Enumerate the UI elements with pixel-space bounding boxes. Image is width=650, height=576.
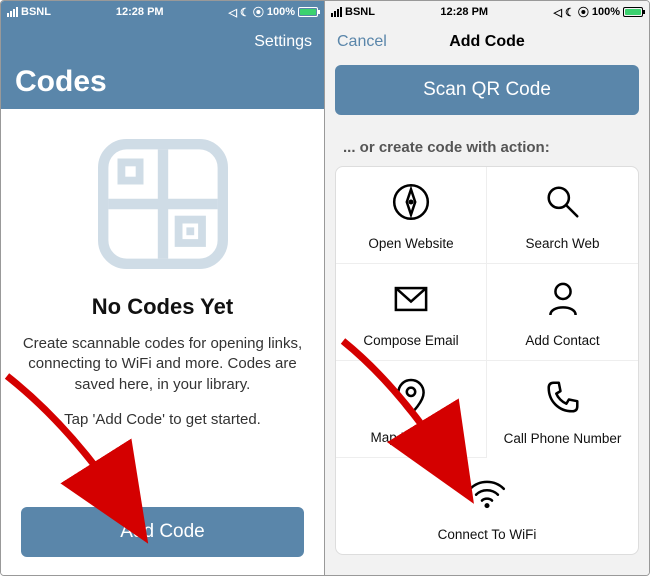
battery-pct: 100% [592,6,620,18]
empty-state: No Codes Yet Create scannable codes for … [1,109,324,575]
status-bar: BSNL 12:28 PM ◁ ☾ ⦿ 100% [325,1,649,23]
cancel-button[interactable]: Cancel [325,23,399,61]
action-label: Compose Email [363,333,458,348]
action-label: Search Web [525,236,599,251]
nav-bar: Settings [1,23,324,61]
location-icon: ◁ [229,6,237,19]
action-label: Call Phone Number [504,431,622,446]
page-title: Codes [1,61,324,109]
signal-icon [7,7,18,17]
screen-add-code: BSNL 12:28 PM ◁ ☾ ⦿ 100% Cancel Add Code… [325,1,649,575]
alarm-icon: ⦿ [578,4,589,20]
person-icon [542,278,584,325]
action-grid: Open Website Search Web Compose Email Ad… [335,166,639,555]
action-label: Connect To WiFi [438,527,537,542]
action-search-web[interactable]: Search Web [487,167,638,264]
search-icon [542,181,584,228]
action-label: Map Location [370,430,451,445]
alarm-icon: ⦿ [253,4,264,20]
wifi-icon [466,472,508,519]
battery-icon [298,7,318,17]
nav-bar: Cancel Add Code [325,23,649,61]
empty-hint: Tap 'Add Code' to get started. [64,411,261,428]
mail-icon [390,278,432,325]
compass-icon [390,181,432,228]
empty-title: No Codes Yet [92,294,233,320]
carrier-label: BSNL [345,6,375,18]
action-compose-email[interactable]: Compose Email [336,264,487,361]
clock-label: 12:28 PM [116,6,164,18]
action-label: Add Contact [525,333,599,348]
location-icon: ◁ [554,6,562,19]
map-pin-icon [390,375,432,422]
moon-icon: ☾ [565,6,575,19]
action-call-phone[interactable]: Call Phone Number [487,361,638,458]
carrier-label: BSNL [21,6,51,18]
action-connect-wifi[interactable]: Connect To WiFi [336,458,638,554]
signal-icon [331,7,342,17]
action-label: Open Website [368,236,453,251]
battery-icon [623,7,643,17]
settings-button[interactable]: Settings [242,23,324,61]
create-with-action-label: ... or create code with action: [325,115,649,166]
action-open-website[interactable]: Open Website [336,167,487,264]
add-code-button[interactable]: Add Code [21,507,304,557]
battery-pct: 100% [267,6,295,18]
screen-codes-list: BSNL 12:28 PM ◁ ☾ ⦿ 100% Settings Codes [1,1,325,575]
qr-placeholder-icon [98,139,228,274]
clock-label: 12:28 PM [440,6,488,18]
action-map-location[interactable]: Map Location [336,361,487,458]
empty-description: Create scannable codes for opening links… [21,334,304,395]
action-add-contact[interactable]: Add Contact [487,264,638,361]
moon-icon: ☾ [240,6,250,19]
phone-icon [542,376,584,423]
nav-title: Add Code [449,33,525,51]
scan-qr-button[interactable]: Scan QR Code [335,65,639,115]
status-bar: BSNL 12:28 PM ◁ ☾ ⦿ 100% [1,1,324,23]
